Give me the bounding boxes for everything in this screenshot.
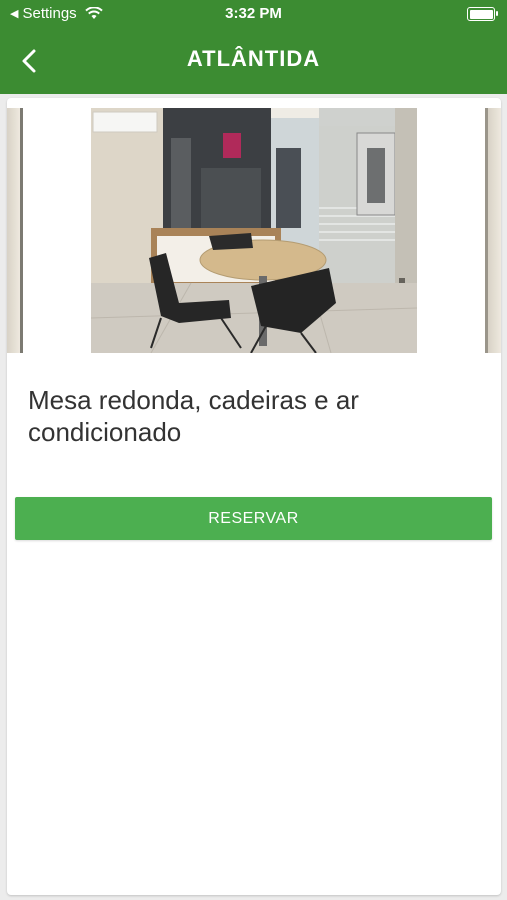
battery-icon: [467, 7, 498, 21]
reserve-button[interactable]: RESERVAR: [15, 497, 492, 540]
page-title: ATLÂNTIDA: [186, 46, 321, 71]
room-card: Mesa redonda, cadeiras e ar condicionado…: [7, 98, 501, 895]
next-photo[interactable]: [485, 108, 501, 353]
status-bar: ◀ Settings 3:32 PM: [0, 0, 507, 28]
app-header: ◀ Settings 3:32 PM ATLÂNTIDA: [0, 0, 507, 94]
status-time: 3:32 PM: [225, 5, 282, 22]
room-description: Mesa redonda, cadeiras e ar condicionado: [28, 385, 359, 447]
photo-carousel[interactable]: [7, 108, 501, 353]
room-photo: [91, 108, 417, 353]
previous-photo[interactable]: [7, 108, 23, 353]
